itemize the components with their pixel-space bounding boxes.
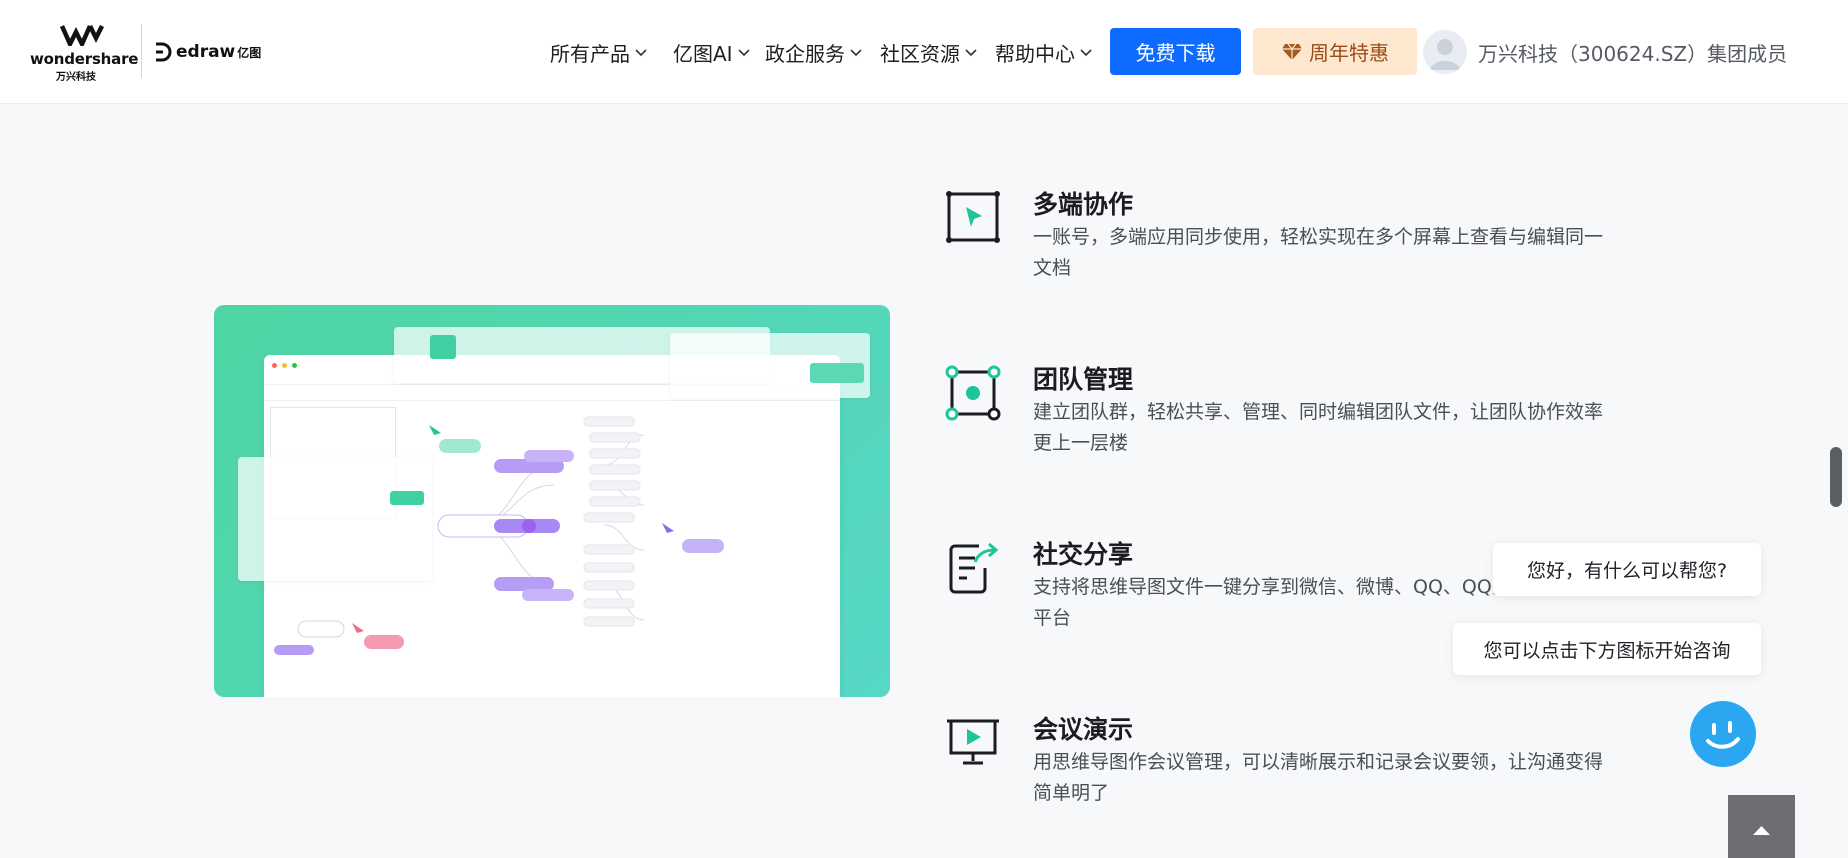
toolbar-highlight	[430, 335, 456, 359]
free-download-button[interactable]: 免费下载	[1110, 28, 1241, 75]
smile-chat-icon	[1706, 721, 1740, 749]
cursor-frame-icon	[946, 191, 1000, 243]
presentation-icon	[947, 719, 999, 765]
brand-cn-text: 万兴科技	[56, 72, 96, 83]
promo-label: 周年特惠	[1309, 41, 1389, 65]
nav-label: 亿图AI	[673, 41, 733, 66]
chat-hint-bubble[interactable]: 您可以点击下方图标开始咨询	[1453, 623, 1761, 675]
chevron-down-icon	[738, 49, 750, 57]
edraw-mark-icon	[156, 42, 172, 62]
nav-help[interactable]: 帮助中心	[995, 33, 1093, 71]
chevron-down-icon	[1080, 49, 1092, 57]
anniversary-promo-button[interactable]: 周年特惠	[1253, 28, 1417, 75]
user-avatar[interactable]	[1423, 30, 1467, 74]
product-cn-text: 亿图	[237, 45, 262, 60]
feature-title: 团队管理	[1033, 365, 1134, 394]
product-illustration	[214, 305, 890, 697]
nav-label: 政企服务	[765, 41, 845, 66]
feature-title: 多端协作	[1033, 190, 1134, 219]
insert-panel-button	[390, 491, 424, 505]
nav-label: 帮助中心	[995, 41, 1075, 66]
chevron-down-icon	[850, 49, 862, 57]
share-panel-button	[810, 363, 864, 383]
nav-all-products[interactable]: 所有产品	[550, 33, 648, 71]
feature-desc: 建立团队群，轻松共享、管理、同时编辑团队文件，让团队协作效率更上一层楼	[1033, 401, 1604, 454]
feature-desc: 一账号，多端应用同步使用，轻松实现在多个屏幕上查看与编辑同一文档	[1033, 226, 1604, 279]
feature-desc: 用思维导图作会议管理，可以清晰展示和记录会议要领，让沟通变得简单明了	[1033, 751, 1604, 804]
brand-text: wondershare	[30, 50, 139, 68]
site-header: wondershare 万兴科技 edraw 亿图 所有产品 亿图AI 政企服务…	[0, 0, 1848, 104]
team-node-icon	[945, 365, 1001, 421]
chat-button[interactable]	[1690, 701, 1756, 767]
share-panel-overlay	[670, 333, 870, 398]
share-doc-icon	[949, 542, 999, 594]
company-group-text: 万兴科技（300624.SZ）集团成员	[1478, 42, 1788, 66]
wondershare-mark-icon	[60, 24, 105, 46]
feature-title: 社交分享	[1033, 540, 1134, 569]
page-scrollbar[interactable]	[1830, 447, 1842, 507]
chevron-down-icon	[635, 49, 647, 57]
nav-enterprise[interactable]: 政企服务	[765, 33, 863, 71]
logo-divider	[141, 24, 142, 78]
wondershare-logo[interactable]: wondershare 万兴科技	[30, 24, 139, 83]
arrow-up-icon	[1753, 826, 1770, 835]
feature-title: 会议演示	[1033, 715, 1134, 744]
edraw-logo[interactable]: edraw 亿图	[154, 42, 261, 62]
product-text: edraw	[176, 42, 236, 62]
nav-community[interactable]: 社区资源	[880, 33, 978, 71]
nav-edraw-ai[interactable]: 亿图AI	[673, 33, 751, 71]
chat-greeting-bubble[interactable]: 您好，有什么可以帮您?	[1493, 543, 1761, 596]
user-icon	[1430, 39, 1460, 70]
nav-label: 社区资源	[880, 41, 960, 66]
nav-label: 所有产品	[550, 41, 630, 66]
insert-panel-overlay	[238, 457, 432, 581]
diamond-icon	[1282, 43, 1302, 60]
chevron-down-icon	[965, 49, 977, 57]
back-to-top-button[interactable]	[1728, 795, 1795, 858]
